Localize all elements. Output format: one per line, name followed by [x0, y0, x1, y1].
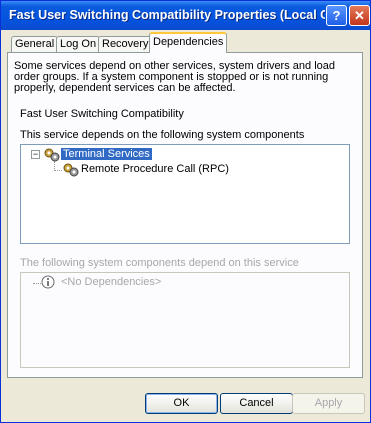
info-icon [41, 275, 55, 289]
tree-line [33, 283, 41, 284]
service-name: Fast User Switching Compatibility [20, 108, 184, 120]
collapse-icon[interactable]: − [31, 150, 40, 159]
tree-node-terminal-services[interactable]: Terminal Services [61, 148, 152, 160]
tab-general[interactable]: General [11, 36, 59, 52]
tab-dependencies[interactable]: Dependencies [149, 32, 228, 53]
depends-on-label: This service depends on the following sy… [20, 129, 305, 141]
title-bar[interactable]: Fast User Switching Compatibility Proper… [1, 1, 370, 30]
cancel-button[interactable]: Cancel [220, 393, 293, 414]
help-button[interactable]: ? [326, 5, 347, 26]
no-dependencies-item: <No Dependencies> [61, 276, 162, 288]
close-button[interactable]: ✕ [349, 5, 370, 26]
dependents-tree: <No Dependencies> [20, 272, 350, 368]
tree-line [54, 170, 62, 171]
tree-node-rpc[interactable]: Remote Procedure Call (RPC) [81, 163, 229, 175]
depends-on-tree[interactable]: − Terminal Services Remote Procedure Cal… [20, 144, 350, 244]
dependencies-description: Some services depend on other services, … [14, 60, 335, 94]
window-title: Fast User Switching Compatibility Proper… [9, 8, 325, 22]
gears-icon [44, 148, 60, 162]
apply-button: Apply [292, 393, 365, 414]
tab-recovery[interactable]: Recovery [98, 36, 153, 52]
gears-icon [63, 163, 79, 177]
tab-log-on[interactable]: Log On [56, 36, 101, 52]
ok-button[interactable]: OK [145, 393, 218, 414]
dependents-label: The following system components depend o… [20, 257, 299, 269]
